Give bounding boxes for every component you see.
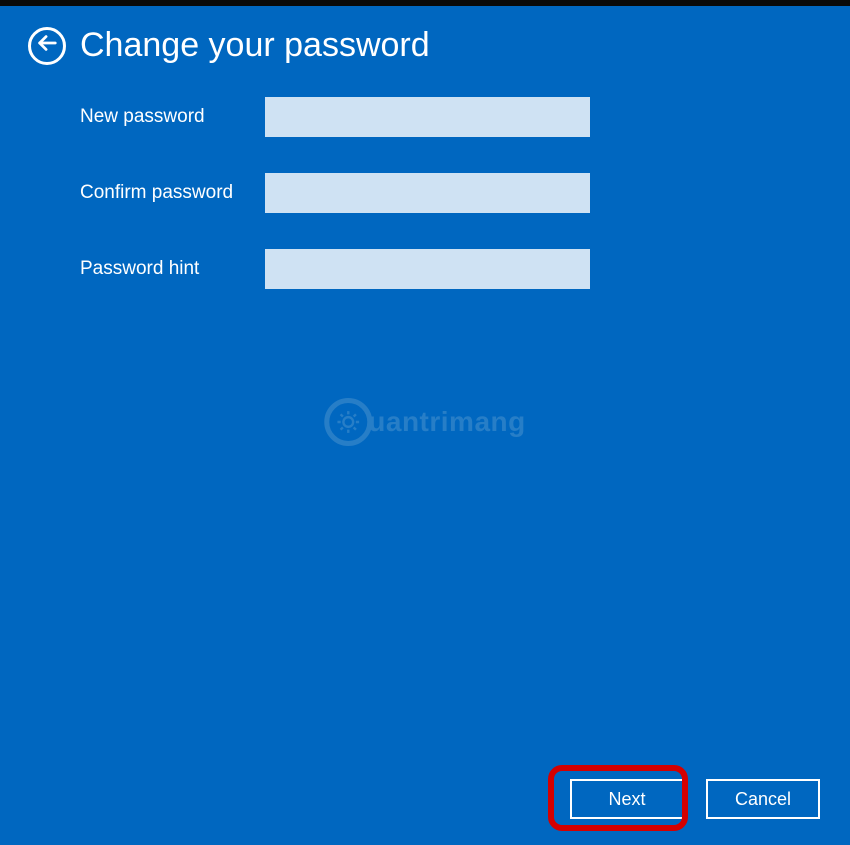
- watermark: uantrimang: [324, 398, 525, 446]
- button-row: Next Cancel: [570, 779, 820, 819]
- confirm-password-label: Confirm password: [80, 182, 265, 204]
- next-button[interactable]: Next: [570, 779, 684, 819]
- back-button[interactable]: [28, 27, 66, 65]
- watermark-text: uantrimang: [368, 406, 525, 438]
- new-password-row: New password: [80, 97, 770, 137]
- watermark-bulb-icon: [324, 398, 372, 446]
- page-title: Change your password: [80, 26, 430, 65]
- password-form: New password Confirm password Password h…: [0, 85, 850, 337]
- new-password-label: New password: [80, 106, 265, 128]
- header: Change your password: [0, 6, 850, 85]
- arrow-left-icon: [36, 32, 58, 59]
- cancel-button[interactable]: Cancel: [706, 779, 820, 819]
- password-hint-label: Password hint: [80, 258, 265, 280]
- password-hint-row: Password hint: [80, 249, 770, 289]
- confirm-password-row: Confirm password: [80, 173, 770, 213]
- password-hint-input[interactable]: [265, 249, 590, 289]
- confirm-password-input[interactable]: [265, 173, 590, 213]
- new-password-input[interactable]: [265, 97, 590, 137]
